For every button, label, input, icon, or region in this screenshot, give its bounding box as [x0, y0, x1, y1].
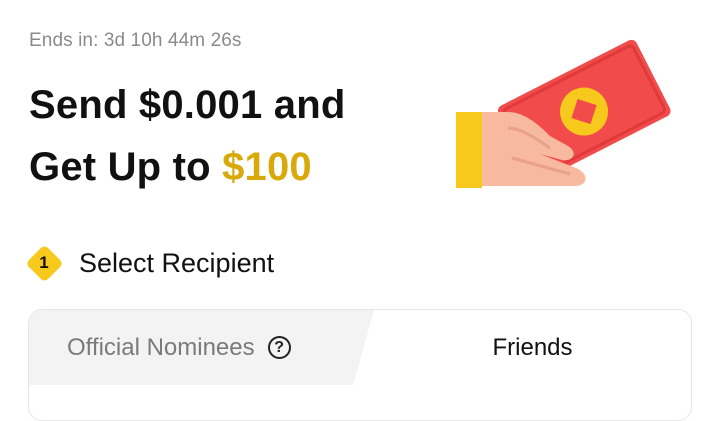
headline-prefix: Get Up to [29, 145, 223, 189]
tab-strip: Official Nominees ? Friends [29, 310, 691, 385]
step-number: 1 [39, 253, 49, 272]
step-badge: 1 [24, 243, 64, 283]
promo-headline: Send $0.001 and Get Up to $100 [29, 74, 345, 198]
recipient-tabs-card: Official Nominees ? Friends [28, 309, 692, 421]
reward-amount: $100 [222, 145, 312, 189]
step-title: Select Recipient [79, 247, 275, 278]
tab-friends-label: Friends [492, 333, 573, 361]
countdown-timer: Ends in: 3d 10h 44m 26s [29, 30, 242, 51]
tab-official-nominees[interactable]: Official Nominees ? [67, 310, 291, 385]
hand-red-envelope-icon [456, 39, 671, 188]
question-circle-icon[interactable]: ? [267, 336, 291, 359]
tab-friends[interactable]: Friends [374, 310, 691, 385]
headline-line-1: Send $0.001 and [29, 83, 346, 127]
tab-official-label: Official Nominees [67, 333, 255, 361]
step-select-recipient: 1 Select Recipient [24, 240, 274, 286]
headline-line-2: Get Up to $100 [29, 136, 345, 198]
